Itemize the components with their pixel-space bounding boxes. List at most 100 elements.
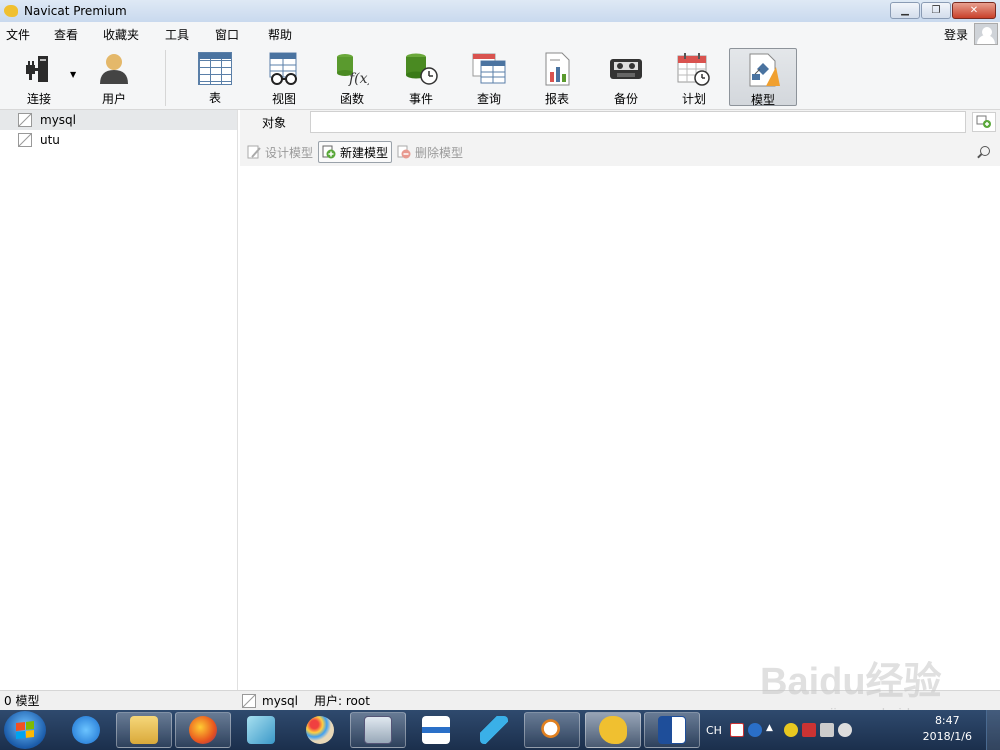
navicat-icon (599, 716, 627, 744)
menu-window[interactable]: 窗口 (209, 26, 262, 43)
status-connection: mysql (242, 693, 298, 708)
connection-icon (18, 113, 32, 127)
connection-icon (18, 133, 32, 147)
search-icon[interactable] (980, 146, 990, 156)
backup-icon (609, 52, 643, 86)
taskbar-bird-app[interactable] (466, 712, 522, 748)
minimize-button[interactable]: ▁ (890, 2, 920, 19)
taskbar-calculator[interactable] (350, 712, 406, 748)
login-avatar-icon[interactable] (974, 23, 998, 45)
menu-view[interactable]: 查看 (48, 26, 97, 43)
paint-palette-icon (306, 716, 334, 744)
model-label: 模型 (750, 93, 775, 107)
design-model-icon (247, 145, 261, 159)
view-icon (267, 52, 301, 86)
tray-arrow-icon[interactable]: ▲ (766, 723, 780, 737)
taskbar-paint[interactable] (292, 712, 348, 748)
object-tab-strip (310, 111, 966, 133)
login-link[interactable]: 登录 (944, 26, 968, 43)
taskbar-explorer[interactable] (116, 712, 172, 748)
taskbar-navicat[interactable] (585, 712, 641, 748)
security-icon[interactable] (783, 723, 798, 737)
taskbar-snipping[interactable] (408, 712, 464, 748)
function-button[interactable]: f(x) 函数 (319, 48, 385, 106)
table-icon (198, 52, 232, 85)
connect-label: 连接 (26, 92, 51, 106)
status-user: 用户: root (314, 694, 370, 708)
taskbar-word[interactable] (644, 712, 700, 748)
system-clock[interactable]: 8:47 2018/1/6 (923, 713, 972, 745)
start-button[interactable] (4, 711, 46, 749)
toolbar-separator (165, 50, 166, 106)
svg-text:f(x): f(x) (348, 71, 369, 86)
event-icon (404, 52, 438, 86)
design-model-label: 设计模型 (265, 145, 314, 160)
restore-button[interactable]: ❐ (921, 2, 951, 19)
new-tab-button[interactable] (972, 112, 996, 132)
connection-item-utu[interactable]: utu (0, 130, 237, 150)
menu-tools[interactable]: 工具 (159, 26, 209, 43)
network-warning-icon[interactable] (801, 723, 816, 737)
snipping-tool-icon (422, 716, 450, 744)
calculator-icon (364, 716, 392, 744)
network-icon[interactable] (819, 723, 834, 737)
menu-file[interactable]: 文件 (0, 26, 48, 43)
input-language[interactable]: CH (706, 724, 722, 737)
connect-button[interactable]: 连接 (6, 48, 72, 106)
schedule-button[interactable]: 计划 (661, 48, 727, 106)
firefox-icon (189, 716, 217, 744)
notebook-icon (247, 716, 275, 744)
query-button[interactable]: 查询 (456, 48, 522, 106)
event-button[interactable]: 事件 (388, 48, 454, 106)
report-button[interactable]: 报表 (524, 48, 590, 106)
taskbar-ie[interactable] (58, 712, 114, 748)
view-button[interactable]: 视图 (251, 48, 317, 106)
show-desktop-button[interactable] (986, 710, 1000, 750)
new-model-button[interactable]: 新建模型 (318, 141, 393, 163)
table-button[interactable]: 表 (182, 48, 248, 106)
design-model-button[interactable]: 设计模型 (244, 141, 316, 163)
ime-icon[interactable] (729, 723, 744, 737)
help-icon[interactable] (747, 723, 762, 737)
add-tab-icon (976, 115, 991, 128)
taskbar-firefox[interactable] (175, 712, 231, 748)
delete-model-button[interactable]: 删除模型 (394, 141, 466, 163)
backup-label: 备份 (613, 92, 638, 106)
report-icon (540, 52, 574, 86)
taskbar-notebook[interactable] (233, 712, 289, 748)
backup-button[interactable]: 备份 (593, 48, 659, 106)
connect-dropdown-icon[interactable]: ▼ (70, 70, 76, 79)
menu-help[interactable]: 帮助 (262, 26, 292, 43)
navicat-app-icon (4, 5, 18, 17)
status-connection-label: mysql (262, 693, 298, 708)
query-label: 查询 (476, 92, 501, 106)
menu-bar: 文件 查看 收藏夹 工具 窗口 帮助 登录 (0, 22, 1000, 46)
connection-label: mysql (40, 113, 76, 127)
delete-model-icon (397, 145, 411, 159)
view-label: 视图 (271, 92, 296, 106)
model-button[interactable]: 模型 (729, 48, 797, 107)
main-toolbar: 连接 ▼ 用户 表 视图 f(x) 函数 事件 查询 (0, 46, 1000, 110)
event-label: 事件 (408, 92, 433, 106)
object-panel: 对象 设计模型 新建模型 删除模型 (240, 110, 1000, 690)
connection-tree: mysql utu (0, 110, 238, 690)
watermark-brand: Baidu经验 (760, 661, 942, 703)
close-button[interactable]: ✕ (952, 2, 996, 19)
taskbar-search-tool[interactable] (524, 712, 580, 748)
connection-item-mysql[interactable]: mysql (0, 110, 237, 130)
table-label: 表 (208, 91, 221, 105)
model-count: 0 模型 (4, 694, 40, 708)
volume-icon[interactable] (837, 723, 852, 737)
bird-icon (480, 716, 508, 744)
connection-icon (242, 693, 256, 708)
function-icon: f(x) (335, 52, 373, 87)
model-list-area[interactable] (240, 166, 1000, 690)
user-button[interactable]: 用户 (81, 48, 147, 106)
clock-time: 8:47 (934, 714, 960, 727)
delete-model-label: 删除模型 (415, 145, 464, 160)
tab-objects[interactable]: 对象 (240, 110, 308, 134)
menu-favorites[interactable]: 收藏夹 (97, 26, 159, 43)
report-label: 报表 (544, 92, 569, 106)
user-label: 用户 (101, 92, 126, 106)
windows-logo-icon (16, 721, 34, 739)
